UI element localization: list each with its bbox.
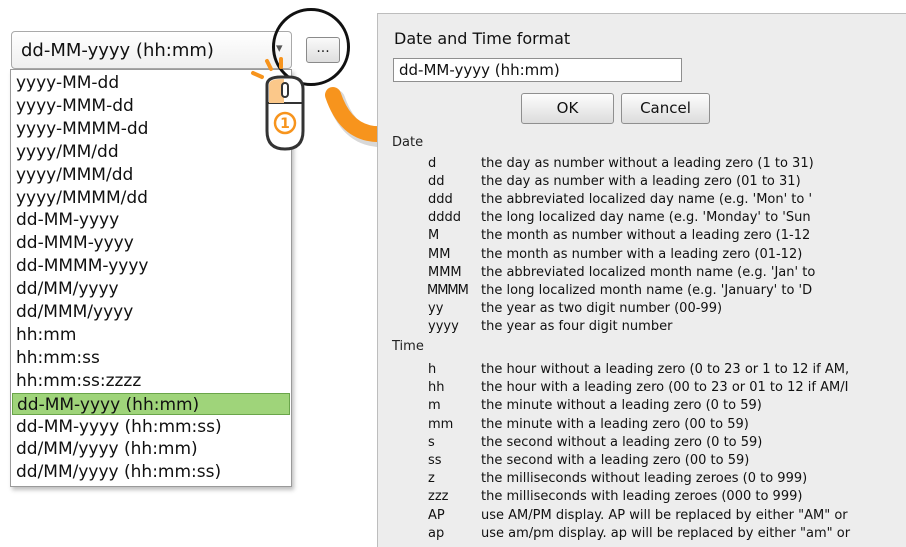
format-description: the abbreviated localized day name (e.g.…: [481, 192, 813, 208]
format-code: ddd: [428, 192, 453, 208]
format-description: use am/pm display. ap will be replaced b…: [481, 525, 851, 541]
dropdown-option[interactable]: dd/MM/yyyy: [11, 278, 291, 300]
mouse-click-icon: 1: [251, 57, 305, 151]
format-description: the minute without a leading zero (0 to …: [481, 398, 762, 414]
dropdown-option[interactable]: yyyy/MMMM/dd: [11, 187, 291, 209]
format-description: the hour with a leading zero (00 to 23 o…: [481, 380, 849, 396]
dropdown-option[interactable]: dd-MM-yyyy: [11, 209, 291, 231]
date-section-heading: Date: [392, 135, 424, 150]
format-description: the minute with a leading zero (00 to 59…: [481, 416, 749, 432]
format-description: the milliseconds with leading zeroes (00…: [481, 489, 803, 505]
format-code: s: [428, 434, 435, 450]
dropdown-option[interactable]: yyyy/MMM/dd: [11, 164, 291, 186]
format-code: zzz: [428, 489, 449, 505]
format-description: the day as number without a leading zero…: [481, 156, 814, 171]
dropdown-option[interactable]: hh:mm: [11, 324, 291, 346]
format-code: z: [428, 471, 435, 487]
step-number: 1: [280, 116, 290, 132]
format-code: ss: [428, 453, 442, 468]
format-code: d: [428, 156, 437, 171]
dropdown-option[interactable]: dd/MM/yyyy (hh:mm): [11, 438, 291, 460]
format-description: the milliseconds without leading zeroes …: [481, 471, 808, 487]
dropdown-option[interactable]: dd-MMM-yyyy: [11, 232, 291, 254]
format-description: the long localized month name (e.g. 'Jan…: [481, 282, 813, 298]
format-code: M: [428, 228, 440, 244]
format-code: yy: [428, 300, 444, 316]
format-description: the abbreviated localized month name (e.…: [481, 264, 816, 280]
format-code: mm: [428, 416, 454, 432]
format-code: AP: [428, 507, 445, 523]
format-code: MMMM: [427, 282, 469, 298]
cancel-button[interactable]: Cancel: [621, 93, 710, 124]
combobox-value: dd-MM-yyyy (hh:mm): [21, 40, 214, 61]
format-description: the month as number with a leading zero …: [481, 246, 803, 262]
format-input[interactable]: [393, 58, 682, 82]
ok-button[interactable]: OK: [521, 93, 614, 124]
format-code: MM: [428, 246, 451, 262]
dropdown-option[interactable]: dd-MM-yyyy (hh:mm:ss): [11, 416, 291, 438]
date-time-format-dialog: Date and Time format OK Cancel Date d the…: [377, 13, 906, 547]
format-code: yyyy: [428, 318, 459, 334]
time-section-heading: Time: [392, 339, 424, 354]
format-description: the month as number without a leading ze…: [481, 228, 811, 244]
format-code: hh: [428, 380, 445, 396]
dropdown-option[interactable]: dd-MMMM-yyyy: [11, 255, 291, 277]
format-description: the second with a leading zero (00 to 59…: [481, 453, 750, 468]
format-description: use AM/PM display. AP will be replaced b…: [481, 507, 848, 523]
format-description: the year as four digit number: [481, 318, 673, 334]
dropdown-option[interactable]: dd-MM-yyyy (hh:mm): [12, 392, 290, 415]
format-description: the day as number with a leading zero (0…: [481, 174, 801, 190]
format-code: MMM: [428, 264, 462, 280]
format-code: ap: [428, 525, 445, 541]
format-code: h: [428, 362, 437, 377]
format-code: dddd: [428, 210, 462, 226]
dropdown-option[interactable]: dd/MM/yyyy (hh:mm:ss): [11, 461, 291, 483]
format-description: the second without a leading zero (0 to …: [481, 434, 763, 450]
dropdown-option[interactable]: hh:mm:ss: [11, 347, 291, 369]
dropdown-option[interactable]: hh:mm:ss:zzzz: [11, 370, 291, 392]
format-code: m: [428, 398, 441, 414]
format-description: the long localized day name (e.g. 'Monda…: [481, 210, 811, 226]
dialog-title: Date and Time format: [394, 29, 571, 48]
format-description: the year as two digit number (00-99): [481, 300, 723, 316]
dropdown-option[interactable]: dd/MMM/yyyy: [11, 301, 291, 323]
format-description: the hour without a leading zero (0 to 23…: [481, 362, 850, 377]
format-code: dd: [428, 174, 445, 190]
